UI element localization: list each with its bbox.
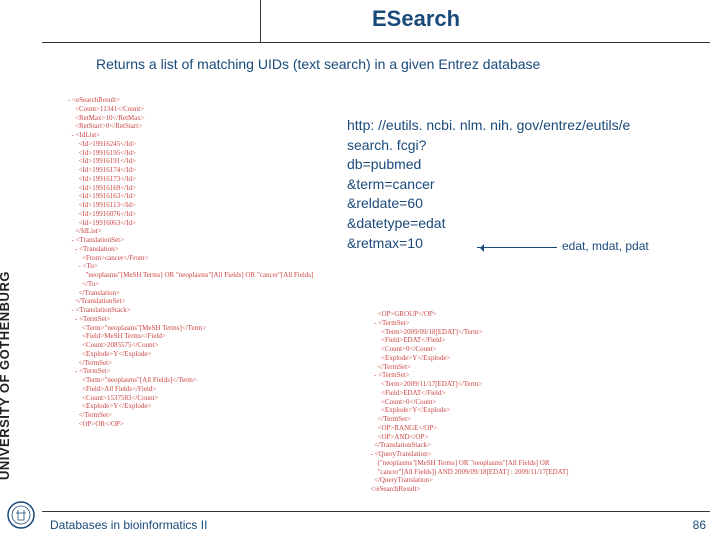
- sidebar: UNIVERSITY OF GOTHENBURG: [0, 0, 42, 540]
- footer-label: Databases in bioinformatics II: [50, 518, 207, 532]
- annotation-text: edat, mdat, pdat: [562, 239, 649, 253]
- slide-content: ESearch Returns a list of matching UIDs …: [42, 0, 720, 540]
- arrow-icon: [477, 247, 557, 248]
- url-line: &reldate=60: [347, 194, 717, 214]
- xml-output-right: <OP>GROUP</OP> - <TermSet> <Term>2009/09…: [367, 310, 569, 494]
- slide-subtitle: Returns a list of matching UIDs (text se…: [96, 56, 540, 72]
- title-divider-horizontal: [42, 42, 710, 43]
- footer-divider: [42, 511, 710, 512]
- slide-title: ESearch: [372, 6, 460, 32]
- url-line: &term=cancer: [347, 175, 717, 195]
- title-divider-vertical: [260, 0, 261, 42]
- xml-output-left: - <eSearchResult> <Count>11341</Count> <…: [68, 96, 313, 429]
- url-line: db=pubmed: [347, 155, 717, 175]
- university-label: UNIVERSITY OF GOTHENBURG: [0, 271, 12, 480]
- url-line: &datetype=edat: [347, 214, 717, 234]
- url-line: http: //eutils. ncbi. nlm. nih. gov/entr…: [347, 116, 717, 136]
- url-line: &retmax=10: [347, 234, 717, 254]
- url-line: search. fcgi?: [347, 136, 717, 156]
- university-seal-icon: [6, 500, 36, 530]
- url-block: http: //eutils. ncbi. nlm. nih. gov/entr…: [347, 116, 717, 253]
- page-number: 86: [693, 518, 706, 532]
- title-area: ESearch: [42, 0, 720, 42]
